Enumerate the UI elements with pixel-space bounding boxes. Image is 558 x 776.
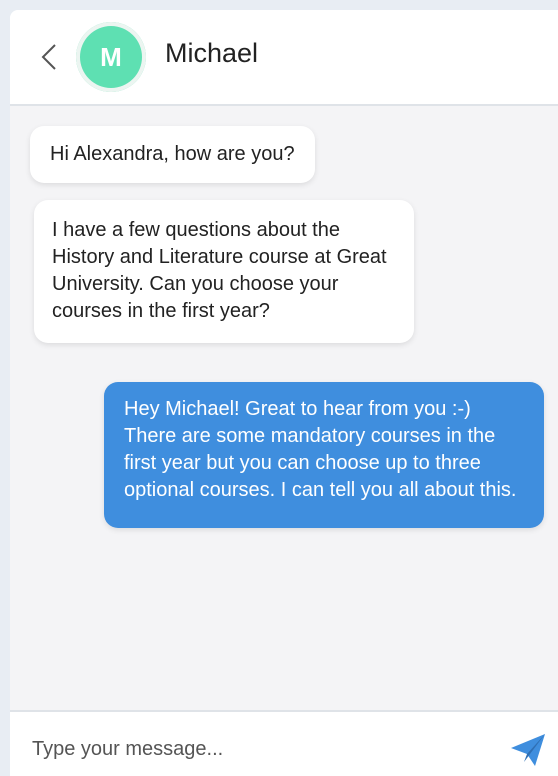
send-button[interactable] xyxy=(508,730,548,770)
back-button[interactable] xyxy=(32,40,66,74)
avatar-initial: M xyxy=(100,42,122,72)
message-list[interactable]: Hi Alexandra, how are you? I have a few … xyxy=(10,106,558,710)
message-input[interactable] xyxy=(32,732,492,766)
chat-header: M Michael xyxy=(10,10,558,106)
outgoing-message: Hey Michael! Great to hear from you :-) … xyxy=(104,382,544,528)
paper-plane-icon xyxy=(511,734,545,766)
chat-window: M Michael Hi Alexandra, how are you? I h… xyxy=(10,10,558,776)
message-composer xyxy=(10,710,558,776)
incoming-message: I have a few questions about the History… xyxy=(34,200,414,343)
avatar[interactable]: M xyxy=(76,22,146,92)
chevron-left-icon xyxy=(41,44,56,70)
contact-name: Michael xyxy=(165,38,259,68)
incoming-message: Hi Alexandra, how are you? xyxy=(30,126,315,183)
